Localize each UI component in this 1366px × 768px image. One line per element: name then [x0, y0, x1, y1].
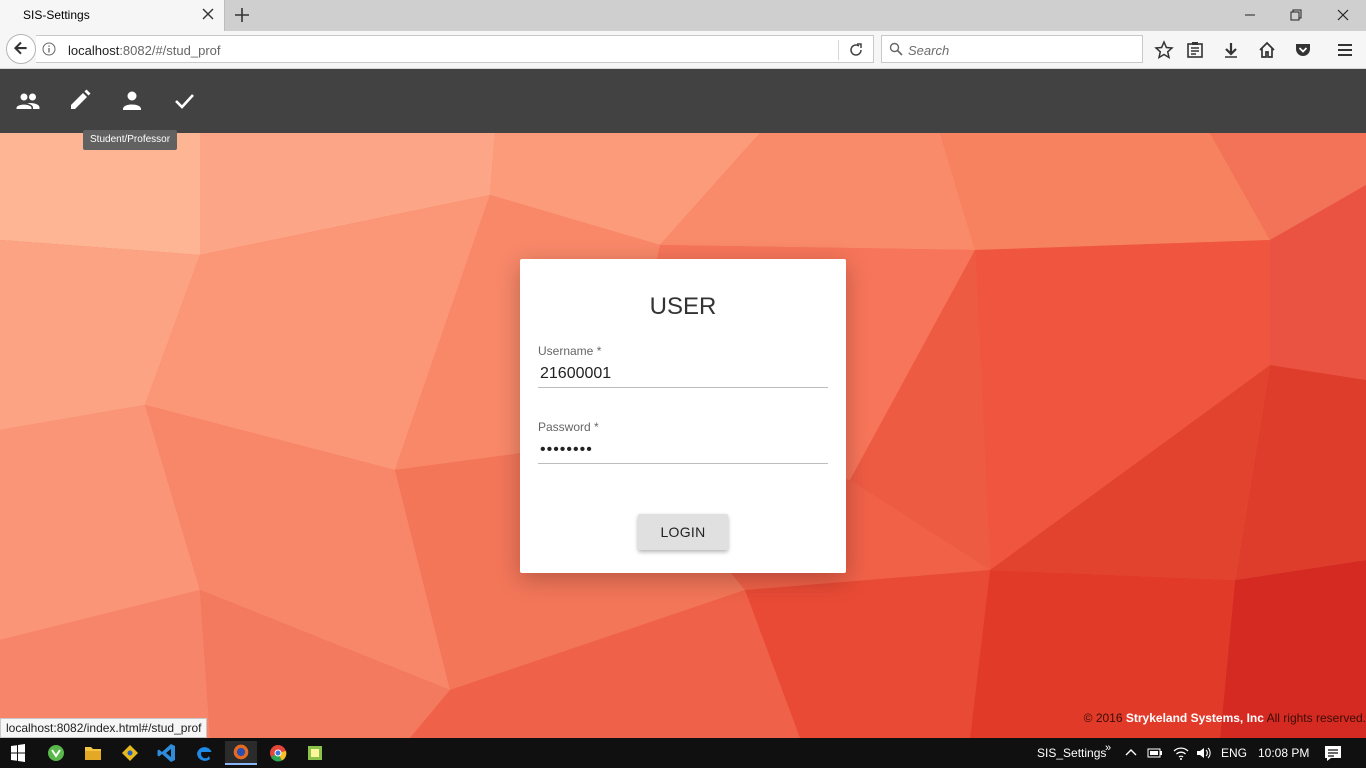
- browser-tab[interactable]: SIS-Settings: [0, 0, 225, 31]
- url-text: localhost:8082/#/stud_prof: [68, 43, 221, 58]
- search-input[interactable]: Search: [881, 35, 1143, 63]
- windows-taskbar: SIS_Settings » ENG 10:08 PM: [0, 738, 1366, 768]
- bookmark-star-icon[interactable]: [1154, 40, 1174, 60]
- restore-icon[interactable]: [1287, 6, 1305, 24]
- reload-icon[interactable]: [848, 42, 864, 58]
- edge-icon[interactable]: [188, 741, 220, 765]
- firefox-icon[interactable]: [225, 741, 257, 765]
- back-button[interactable]: [6, 34, 36, 64]
- back-arrow-icon: [13, 41, 27, 55]
- edit-icon[interactable]: [67, 89, 93, 113]
- search-placeholder: Search: [908, 43, 950, 58]
- address-bar[interactable]: localhost:8082/#/stud_prof: [36, 35, 874, 63]
- chrome-icon[interactable]: [262, 741, 294, 765]
- battery-icon[interactable]: [1146, 741, 1164, 765]
- green-app-icon[interactable]: [40, 741, 72, 765]
- search-icon: [889, 42, 903, 56]
- pocket-icon[interactable]: [1293, 40, 1313, 60]
- volume-icon[interactable]: [1195, 741, 1213, 765]
- git-tool-icon[interactable]: [114, 741, 146, 765]
- password-field[interactable]: [538, 436, 828, 464]
- toolbar-tooltip: Student/Professor: [83, 130, 178, 150]
- username-field[interactable]: [538, 360, 828, 388]
- minimize-icon[interactable]: [1241, 6, 1259, 24]
- wifi-icon[interactable]: [1172, 741, 1190, 765]
- file-explorer-icon[interactable]: [77, 741, 109, 765]
- language-indicator[interactable]: ENG: [1221, 746, 1247, 760]
- link-status-bar: localhost:8082/index.html#/stud_prof: [0, 718, 208, 738]
- tab-close-icon[interactable]: [200, 6, 216, 22]
- tab-title: SIS-Settings: [23, 8, 90, 22]
- url-divider: [838, 40, 839, 60]
- new-tab-icon[interactable]: [233, 6, 251, 24]
- taskbar-clock[interactable]: 10:08 PM: [1258, 746, 1309, 760]
- info-icon[interactable]: [42, 42, 56, 56]
- footer-copyright: © 2016 Strykeland Systems, Inc All right…: [1083, 711, 1366, 725]
- windows-start-icon[interactable]: [2, 741, 34, 765]
- login-button[interactable]: LOGIN: [638, 514, 728, 550]
- sis-app-icon[interactable]: [299, 741, 331, 765]
- reading-list-icon[interactable]: [1185, 40, 1205, 60]
- person-icon[interactable]: [119, 89, 145, 113]
- menu-icon[interactable]: [1335, 40, 1355, 60]
- company-name: Strykeland Systems, Inc: [1125, 711, 1264, 725]
- browser-tab-strip: SIS-Settings: [0, 0, 1366, 31]
- login-card: USER Username * Password * LOGIN: [520, 259, 846, 573]
- app-toolbar: [0, 69, 1366, 133]
- people-icon[interactable]: [15, 89, 41, 113]
- download-icon[interactable]: [1221, 40, 1241, 60]
- action-center-icon[interactable]: [1320, 741, 1346, 765]
- vscode-icon[interactable]: [151, 741, 183, 765]
- check-icon[interactable]: [171, 89, 197, 113]
- password-label: Password *: [538, 420, 599, 434]
- login-heading: USER: [649, 293, 717, 320]
- browser-navbar: localhost:8082/#/stud_prof Search: [0, 31, 1366, 69]
- home-icon[interactable]: [1257, 40, 1277, 60]
- window-close-icon[interactable]: [1334, 6, 1352, 24]
- username-label: Username *: [538, 344, 602, 358]
- show-hidden-icons[interactable]: [1123, 741, 1139, 765]
- taskbar-app-label[interactable]: SIS_Settings: [1037, 746, 1106, 760]
- chevrons-icon[interactable]: »: [1105, 742, 1111, 754]
